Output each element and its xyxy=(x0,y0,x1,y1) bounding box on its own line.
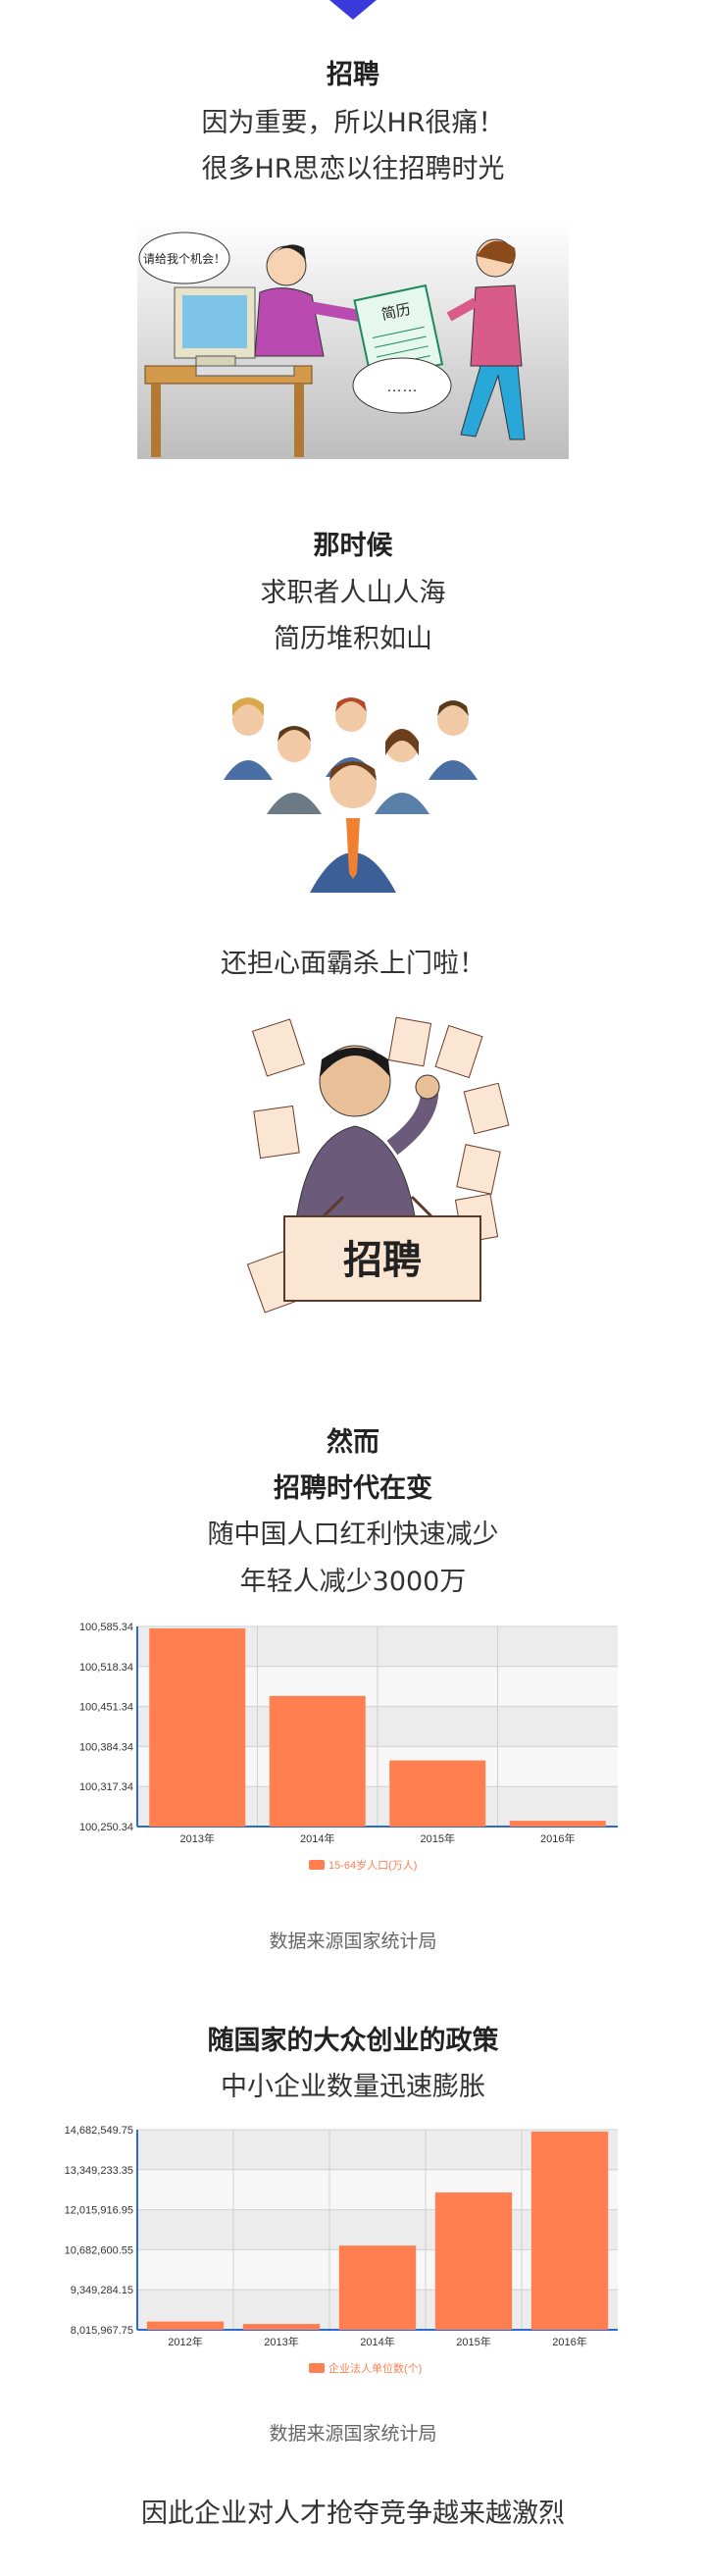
bubble-text: …… xyxy=(386,379,418,395)
footer-text: 因此企业对人才抢夺竞争越来越激烈 xyxy=(141,2499,565,2529)
section-title-then: 那时候 xyxy=(313,531,393,561)
legend-label: 企业法人单位数(个) xyxy=(328,2361,422,2375)
bar xyxy=(434,2192,513,2330)
y-tick-label: 100,585.34 xyxy=(79,1622,133,1633)
chevron-down-icon xyxy=(329,0,377,20)
section-text: 因为重要，所以HR很痛！ xyxy=(201,108,505,138)
x-tick-label: 2013年 xyxy=(264,2335,298,2348)
x-tick-label: 2013年 xyxy=(180,1831,215,1845)
resume-cartoon-illustration: 请给我个机会！ 简历 …… xyxy=(137,219,569,459)
bar xyxy=(338,2245,417,2330)
y-tick-label: 100,384.34 xyxy=(79,1741,133,1753)
legend-swatch xyxy=(309,1860,325,1870)
bar xyxy=(149,1628,246,1827)
y-tick-label: 8,015,967.75 xyxy=(71,2325,133,2337)
data-source-label: 数据来源国家统计局 xyxy=(269,2423,437,2445)
x-tick-label: 2014年 xyxy=(300,1831,334,1845)
y-tick-label: 100,317.34 xyxy=(79,1781,133,1793)
legend-label: 15-64岁人口(万人) xyxy=(328,1858,417,1872)
section-title-policy: 随国家的大众创业的政策 xyxy=(207,2026,499,2056)
recruit-sign-text: 招聘 xyxy=(343,1239,422,1282)
bar xyxy=(389,1760,486,1827)
enterprise-bar-chart: 14,682,549.75 13,349,233.35 12,015,916.95 1… xyxy=(65,2125,618,2375)
y-tick-label: 9,349,284.15 xyxy=(71,2285,133,2296)
bar xyxy=(269,1695,366,1827)
y-tick-label: 13,349,233.35 xyxy=(65,2165,133,2177)
y-tick-label: 100,451.34 xyxy=(79,1702,133,1714)
bar xyxy=(530,2131,609,2330)
y-tick-label: 14,682,549.75 xyxy=(65,2125,133,2137)
section-text: 还担心面霸杀上门啦！ xyxy=(221,949,485,979)
y-tick-label: 10,682,600.55 xyxy=(65,2244,133,2256)
y-tick-label: 100,250.34 xyxy=(79,1822,133,1833)
x-tick-label: 2015年 xyxy=(421,1831,455,1845)
section-text: 中小企业数量迅速膨胀 xyxy=(221,2072,485,2102)
x-tick-label: 2015年 xyxy=(456,2335,490,2348)
section-title-recruit: 招聘 xyxy=(327,60,379,90)
section-title-however: 然而 xyxy=(327,1427,379,1458)
section-title-era-change: 招聘时代在变 xyxy=(274,1473,432,1504)
section-text: 年轻人减少3000万 xyxy=(239,1567,467,1597)
bar xyxy=(242,2324,321,2330)
job-seekers-crowd-illustration xyxy=(224,697,478,893)
data-source-label: 数据来源国家统计局 xyxy=(269,1931,437,1952)
recruitment-cartoon-illustration: 招聘 xyxy=(246,1016,510,1314)
x-tick-label: 2014年 xyxy=(360,2335,394,2348)
x-tick-label: 2016年 xyxy=(552,2335,586,2348)
bar xyxy=(509,1821,606,1827)
y-tick-label: 12,015,916.95 xyxy=(65,2205,133,2217)
bar xyxy=(146,2321,225,2330)
bubble-text: 请给我个机会！ xyxy=(143,252,226,266)
legend-swatch xyxy=(309,2363,325,2373)
x-tick-label: 2012年 xyxy=(168,2335,202,2348)
population-bar-chart: 100,585.34 100,518.34 100,451.34 100,384.34… xyxy=(79,1622,618,1872)
section-text: 随中国人口红利快速减少 xyxy=(207,1520,499,1550)
x-tick-label: 2016年 xyxy=(540,1831,575,1845)
section-text: 简历堆积如山 xyxy=(274,624,432,654)
section-text: 很多HR思恋以往招聘时光 xyxy=(201,154,505,184)
section-text: 求职者人山人海 xyxy=(260,578,446,608)
y-tick-label: 100,518.34 xyxy=(79,1662,133,1674)
